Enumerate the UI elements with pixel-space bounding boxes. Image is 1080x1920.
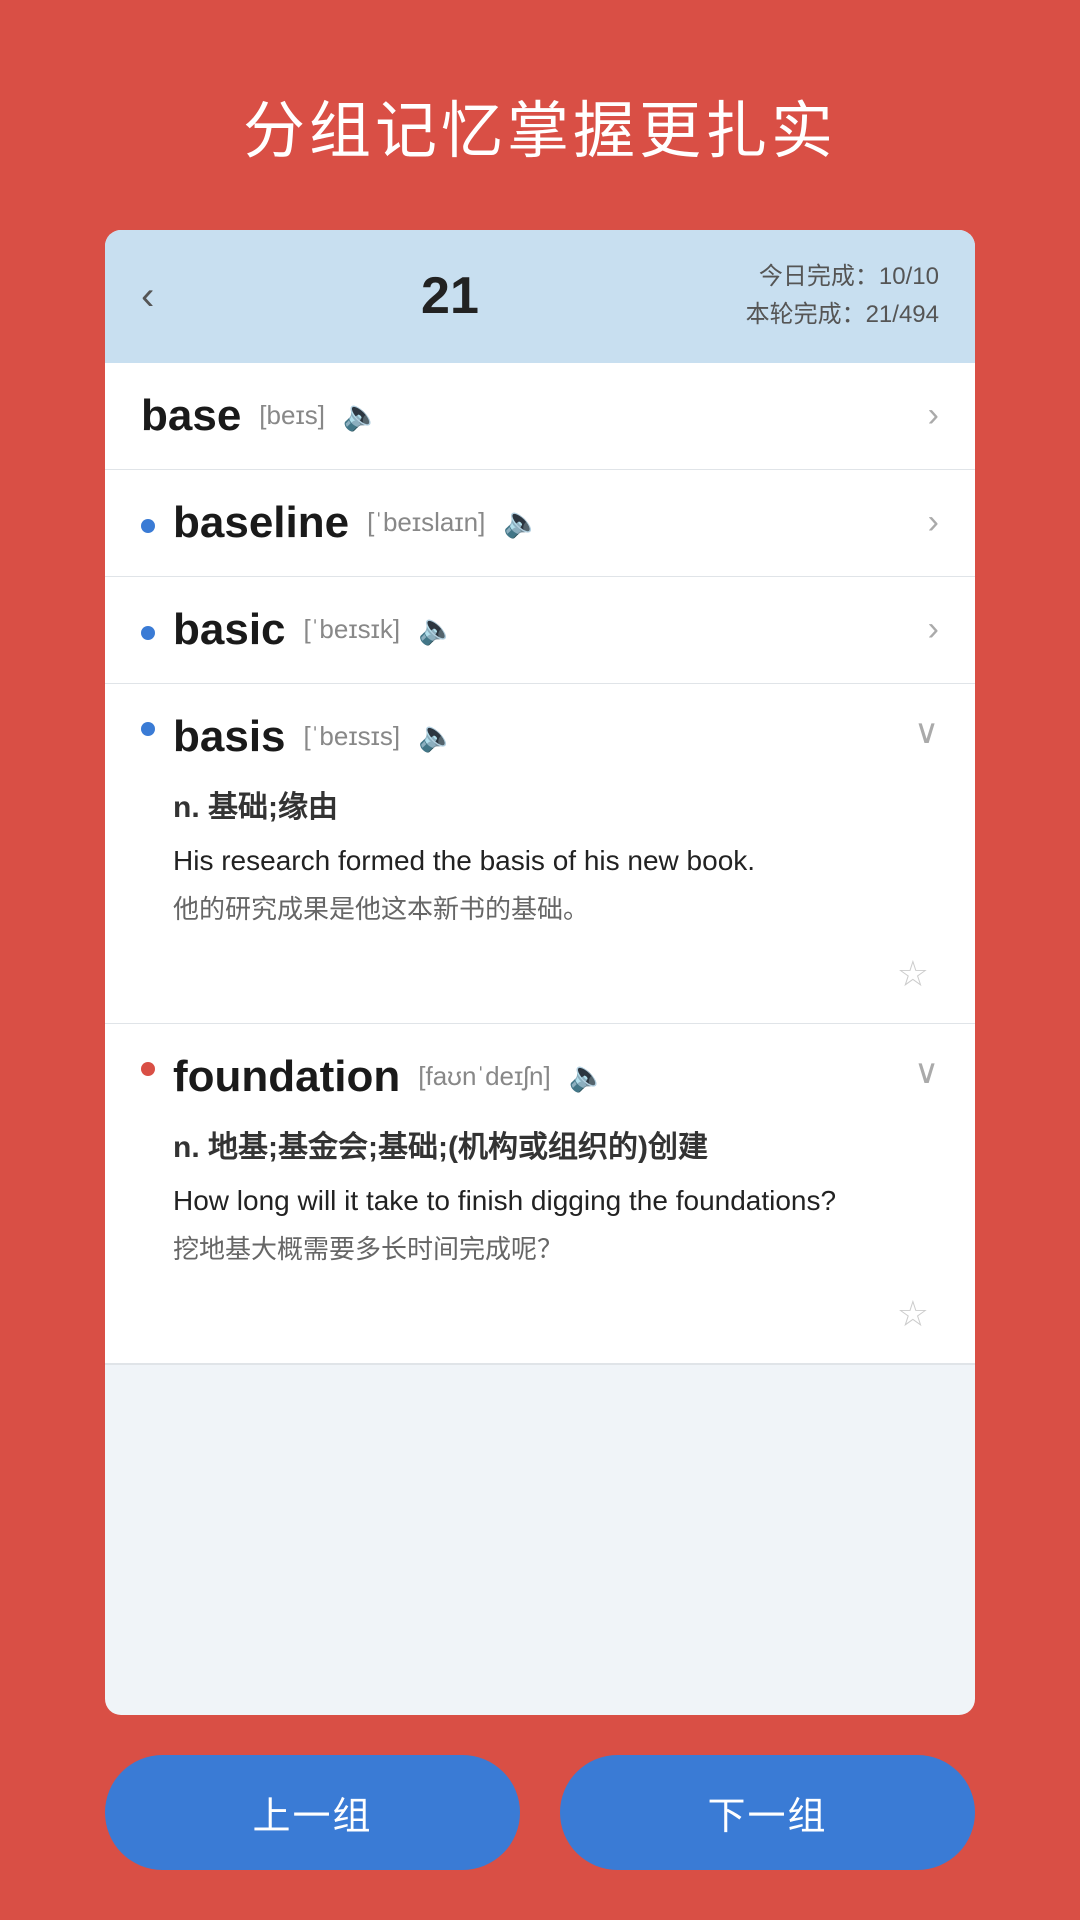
empty-area	[105, 1364, 975, 1644]
chevron-base: ›	[928, 396, 939, 435]
card-container: ‹ 21 今日完成：10/10 本轮完成：21/494 base [beɪs] …	[105, 230, 975, 1715]
phonetic-base: [beɪs]	[259, 400, 325, 431]
phonetic-basis: [ˈbeɪsɪs]	[304, 721, 401, 752]
example-en-basis: His research formed the basis of his new…	[173, 840, 939, 882]
word-main-foundation: foundation [faʊnˈdeɪʃn] 🔈	[173, 1052, 914, 1102]
word-main-basis: basis [ˈbeɪsɪs] 🔈	[173, 712, 914, 762]
next-group-button[interactable]: 下一组	[560, 1755, 975, 1870]
word-row-basic[interactable]: basic [ˈbeɪsɪk] 🔈 ›	[105, 577, 975, 684]
chevron-baseline: ›	[928, 503, 939, 542]
back-button[interactable]: ‹	[141, 276, 154, 316]
word-row-base[interactable]: base [beɪs] 🔈 ›	[105, 363, 975, 470]
star-icon-foundation[interactable]: ☆	[897, 1293, 929, 1335]
word-main-basic: basic [ˈbeɪsɪk] 🔈	[173, 605, 928, 655]
sound-icon-baseline[interactable]: 🔈	[503, 505, 540, 540]
sound-icon-base[interactable]: 🔈	[343, 398, 380, 433]
page-title: 分组记忆掌握更扎实	[203, 0, 877, 230]
word-detail-foundation: n. 地基;基金会;基础;(机构或组织的)创建 How long will it…	[141, 1102, 939, 1279]
chevron-basic: ›	[928, 610, 939, 649]
phonetic-foundation: [faʊnˈdeɪʃn]	[418, 1061, 550, 1092]
phonetic-baseline: [ˈbeɪslaɪn]	[367, 507, 485, 538]
word-row-baseline[interactable]: baseline [ˈbeɪslaɪn] 🔈 ›	[105, 470, 975, 577]
bottom-buttons: 上一组 下一组	[105, 1715, 975, 1920]
example-cn-basis: 他的研究成果是他这本新书的基础。	[173, 890, 939, 929]
word-text-basic: basic	[173, 605, 286, 655]
sound-icon-foundation[interactable]: 🔈	[569, 1059, 606, 1094]
sound-icon-basic[interactable]: 🔈	[418, 612, 455, 647]
word-row-foundation[interactable]: foundation [faʊnˈdeɪʃn] 🔈 ∨ n. 地基;基金会;基础…	[105, 1024, 975, 1364]
pos-foundation: n. 地基;基金会;基础;(机构或组织的)创建	[173, 1122, 939, 1166]
progress-today: 今日完成：10/10	[746, 258, 939, 296]
dot-basic	[141, 626, 155, 640]
phonetic-basic: [ˈbeɪsɪk]	[304, 614, 401, 645]
word-list: base [beɪs] 🔈 › baseline [ˈbeɪslaɪn] 🔈 ›…	[105, 363, 975, 1364]
word-main-base: base [beɪs] 🔈	[141, 391, 928, 441]
word-text-base: base	[141, 391, 241, 441]
chevron-foundation[interactable]: ∨	[914, 1052, 939, 1092]
chevron-basis[interactable]: ∨	[914, 712, 939, 752]
word-row-basis[interactable]: basis [ˈbeɪsɪs] 🔈 ∨ n. 基础;缘由 His researc…	[105, 684, 975, 1024]
star-row-foundation: ☆	[141, 1279, 939, 1335]
dot-basis	[141, 722, 155, 736]
sound-icon-basis[interactable]: 🔈	[418, 719, 455, 754]
star-icon-basis[interactable]: ☆	[897, 953, 929, 995]
pos-basis: n. 基础;缘由	[173, 782, 939, 826]
word-text-baseline: baseline	[173, 498, 349, 548]
word-text-basis: basis	[173, 712, 286, 762]
dot-baseline	[141, 519, 155, 533]
card-number: 21	[421, 266, 479, 326]
example-en-foundation: How long will it take to finish digging …	[173, 1180, 939, 1222]
dot-foundation	[141, 1062, 155, 1076]
progress-info: 今日完成：10/10 本轮完成：21/494	[746, 258, 939, 335]
word-main-baseline: baseline [ˈbeɪslaɪn] 🔈	[173, 498, 928, 548]
word-text-foundation: foundation	[173, 1052, 400, 1102]
card-header: ‹ 21 今日完成：10/10 本轮完成：21/494	[105, 230, 975, 363]
word-detail-basis: n. 基础;缘由 His research formed the basis o…	[141, 762, 939, 939]
prev-group-button[interactable]: 上一组	[105, 1755, 520, 1870]
progress-round: 本轮完成：21/494	[746, 296, 939, 334]
example-cn-foundation: 挖地基大概需要多长时间完成呢？	[173, 1230, 939, 1269]
star-row-basis: ☆	[141, 939, 939, 995]
